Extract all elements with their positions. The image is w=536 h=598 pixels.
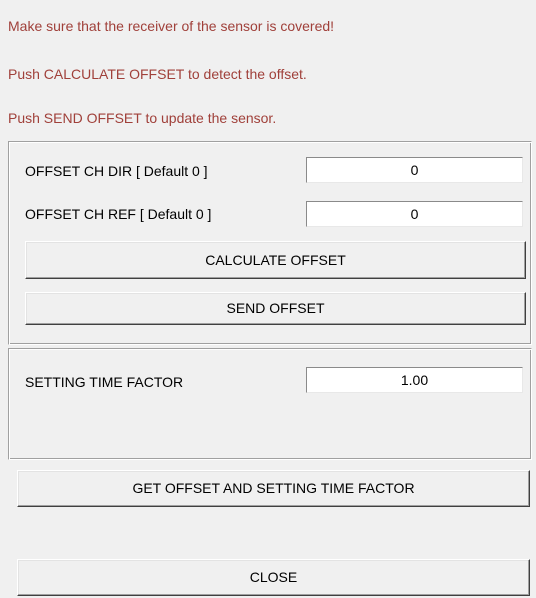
close-button[interactable]: CLOSE: [17, 559, 530, 596]
offset-ch-dir-label: OFFSET CH DIR [ Default 0 ]: [25, 163, 208, 179]
offset-ch-dir-field[interactable]: 0: [306, 157, 523, 183]
offset-ch-ref-field[interactable]: 0: [306, 201, 523, 227]
message-calculate-offset: Push CALCULATE OFFSET to detect the offs…: [8, 66, 307, 82]
calculate-offset-button[interactable]: CALCULATE OFFSET: [25, 241, 526, 279]
message-cover-receiver: Make sure that the receiver of the senso…: [8, 18, 335, 34]
setting-time-factor-field[interactable]: 1.00: [306, 367, 523, 393]
message-send-offset: Push SEND OFFSET to update the sensor.: [8, 110, 277, 126]
send-offset-button[interactable]: SEND OFFSET: [25, 292, 526, 325]
setting-time-group: SETTING TIME FACTOR 1.00: [8, 348, 532, 460]
offset-ch-ref-label: OFFSET CH REF [ Default 0 ]: [25, 206, 212, 222]
setting-time-factor-label: SETTING TIME FACTOR: [25, 374, 184, 390]
offset-group: OFFSET CH DIR [ Default 0 ] 0 OFFSET CH …: [8, 141, 532, 345]
get-offset-button[interactable]: GET OFFSET AND SETTING TIME FACTOR: [17, 470, 530, 507]
